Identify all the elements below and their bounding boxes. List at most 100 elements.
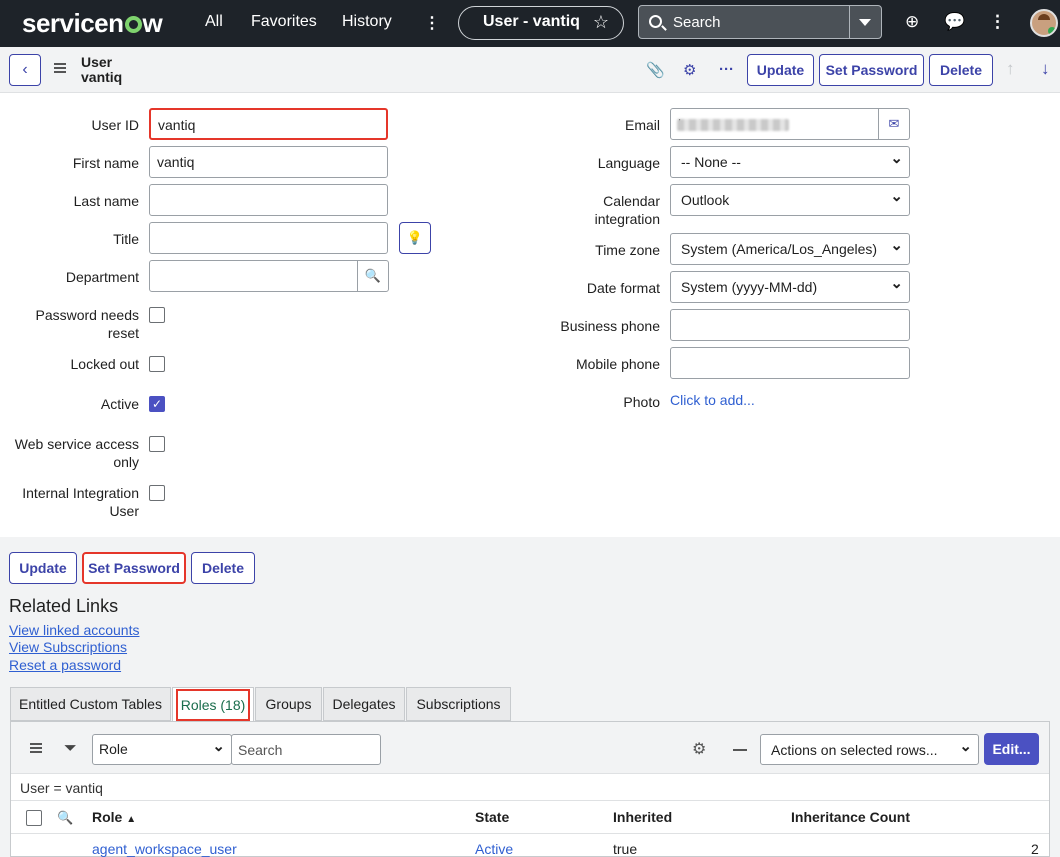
add-photo-link[interactable]: Click to add... — [670, 392, 755, 408]
settings-more-icon[interactable]: ⋮ — [989, 12, 1006, 32]
internal-integration-user-checkbox[interactable] — [149, 485, 165, 501]
row-state-link[interactable]: Active — [475, 841, 513, 857]
list-settings-gear-icon[interactable]: ⚙ — [692, 739, 706, 759]
mobile-phone-input[interactable] — [670, 347, 910, 379]
row-role-link[interactable]: agent_workspace_user — [92, 841, 237, 857]
filter-divider — [11, 800, 1049, 801]
list-menu-icon[interactable] — [30, 743, 42, 753]
department-lookup-search-icon[interactable]: 🔍 — [357, 260, 389, 292]
lightbulb-suggestion-icon[interactable]: 💡 — [399, 222, 431, 254]
user-id-input[interactable]: vantiq — [149, 108, 388, 140]
row-inherited-value: true — [613, 841, 638, 857]
record-name: vantiq — [81, 69, 123, 85]
locked-out-label: Locked out — [70, 356, 140, 372]
redacted-email — [677, 119, 789, 131]
bottom-set-password-button[interactable]: Set Password — [82, 552, 186, 584]
record-title: User vantiq — [81, 55, 122, 85]
column-header-role-label: Role — [92, 809, 123, 825]
title-input[interactable] — [149, 222, 388, 254]
header-update-button[interactable]: Update — [747, 54, 814, 86]
list-field-select-value: Role — [99, 741, 128, 757]
sort-ascending-icon: ▲ — [126, 814, 137, 825]
previous-record-icon[interactable]: ↑ — [1006, 59, 1015, 79]
breadcrumb-filter[interactable]: User = vantiq — [20, 780, 103, 796]
view-subscriptions-link[interactable]: View Subscriptions — [9, 639, 127, 655]
reset-password-link[interactable]: Reset a password — [9, 657, 121, 673]
filter-icon[interactable]: ⏷ — [64, 740, 77, 758]
next-record-icon[interactable]: ↓ — [1041, 59, 1050, 79]
date-format-select[interactable]: System (yyyy-MM-dd) — [670, 271, 910, 303]
list-search-input[interactable]: Search — [231, 734, 381, 765]
record-title-text: User - vantiq — [483, 13, 580, 30]
personalize-form-icon[interactable]: ⚙ — [683, 61, 696, 79]
chat-icon[interactable]: 💬 — [944, 12, 965, 32]
title-label: Title — [113, 231, 139, 247]
time-zone-label: Time zone — [595, 242, 660, 258]
servicenow-logo[interactable]: servicen w — [22, 8, 163, 39]
back-button[interactable]: ‹ — [9, 54, 41, 86]
more-menu-icon[interactable]: ⋮ — [424, 13, 440, 33]
business-phone-input[interactable] — [670, 309, 910, 341]
web-service-access-label: Web service access only — [14, 436, 139, 470]
active-checkbox[interactable]: ✓ — [149, 396, 165, 412]
nav-all[interactable]: All — [205, 13, 223, 31]
web-service-access-checkbox[interactable] — [149, 436, 165, 452]
tab-roles-label: Roles (18) — [176, 689, 250, 721]
column-header-state[interactable]: State — [475, 809, 509, 825]
record-title-pill[interactable]: User - vantiq ☆ — [458, 6, 624, 40]
attachment-icon[interactable]: 📎 — [646, 61, 665, 79]
global-search[interactable]: Search — [638, 5, 882, 39]
internal-integration-user-label: Internal Integration User — [22, 485, 139, 519]
tab-delegates[interactable]: Delegates — [323, 687, 405, 721]
context-menu-icon[interactable] — [54, 63, 66, 75]
column-header-inherited[interactable]: Inherited — [613, 809, 672, 825]
mobile-phone-label: Mobile phone — [575, 356, 660, 372]
column-search-icon[interactable]: 🔍 — [57, 810, 73, 826]
bottom-update-button[interactable]: Update — [9, 552, 77, 584]
header-set-password-button[interactable]: Set Password — [819, 54, 924, 86]
last-name-input[interactable] — [149, 184, 388, 216]
nav-favorites[interactable]: Favorites — [251, 13, 317, 31]
header-delete-button[interactable]: Delete — [929, 54, 993, 86]
language-select[interactable]: -- None -- — [670, 146, 910, 178]
search-icon — [649, 15, 662, 28]
row-inheritance-count-value: 2 — [1031, 841, 1039, 857]
tab-entitled-custom-tables[interactable]: Entitled Custom Tables — [10, 687, 171, 721]
time-zone-select[interactable]: System (America/Los_Angeles) — [670, 233, 910, 265]
calendar-integration-label: Calendar integration — [594, 193, 660, 227]
header-divider — [11, 833, 1049, 834]
favorite-star-icon[interactable]: ☆ — [593, 12, 609, 33]
collapse-list-icon[interactable] — [733, 749, 747, 751]
column-header-inheritance-count[interactable]: Inheritance Count — [791, 809, 910, 825]
send-email-icon[interactable]: ✉ — [878, 108, 910, 140]
user-avatar[interactable] — [1030, 9, 1058, 37]
record-type: User — [81, 54, 113, 70]
last-name-label: Last name — [73, 193, 139, 209]
tab-subscriptions[interactable]: Subscriptions — [406, 687, 511, 721]
actions-on-selected-rows-select[interactable]: Actions on selected rows... — [760, 734, 979, 765]
department-label: Department — [65, 269, 139, 285]
tab-roles[interactable]: Roles (18) — [172, 687, 254, 721]
view-linked-accounts-link[interactable]: View linked accounts — [9, 622, 139, 638]
nav-history[interactable]: History — [342, 13, 392, 31]
more-options-icon[interactable]: ··· — [719, 61, 734, 78]
search-label: Search — [673, 14, 721, 31]
password-needs-reset-label: Password needs reset — [35, 307, 139, 341]
department-input[interactable] — [149, 260, 358, 292]
tab-groups[interactable]: Groups — [255, 687, 322, 721]
search-divider — [849, 6, 850, 38]
search-scope-dropdown-icon[interactable] — [859, 19, 871, 26]
locked-out-checkbox[interactable] — [149, 356, 165, 372]
calendar-integration-select[interactable]: Outlook — [670, 184, 910, 216]
first-name-input[interactable]: vantiq — [149, 146, 388, 178]
edit-button[interactable]: Edit... — [984, 733, 1039, 765]
bottom-delete-button[interactable]: Delete — [191, 552, 255, 584]
business-phone-label: Business phone — [560, 318, 660, 334]
password-needs-reset-checkbox[interactable] — [149, 307, 165, 323]
list-field-select[interactable]: Role — [92, 734, 232, 765]
globe-icon[interactable]: ⊕ — [905, 12, 919, 32]
select-all-checkbox[interactable] — [26, 810, 42, 826]
column-header-role[interactable]: Role ▲ — [92, 809, 136, 825]
active-label: Active — [100, 396, 139, 412]
online-status-dot — [1048, 27, 1056, 35]
